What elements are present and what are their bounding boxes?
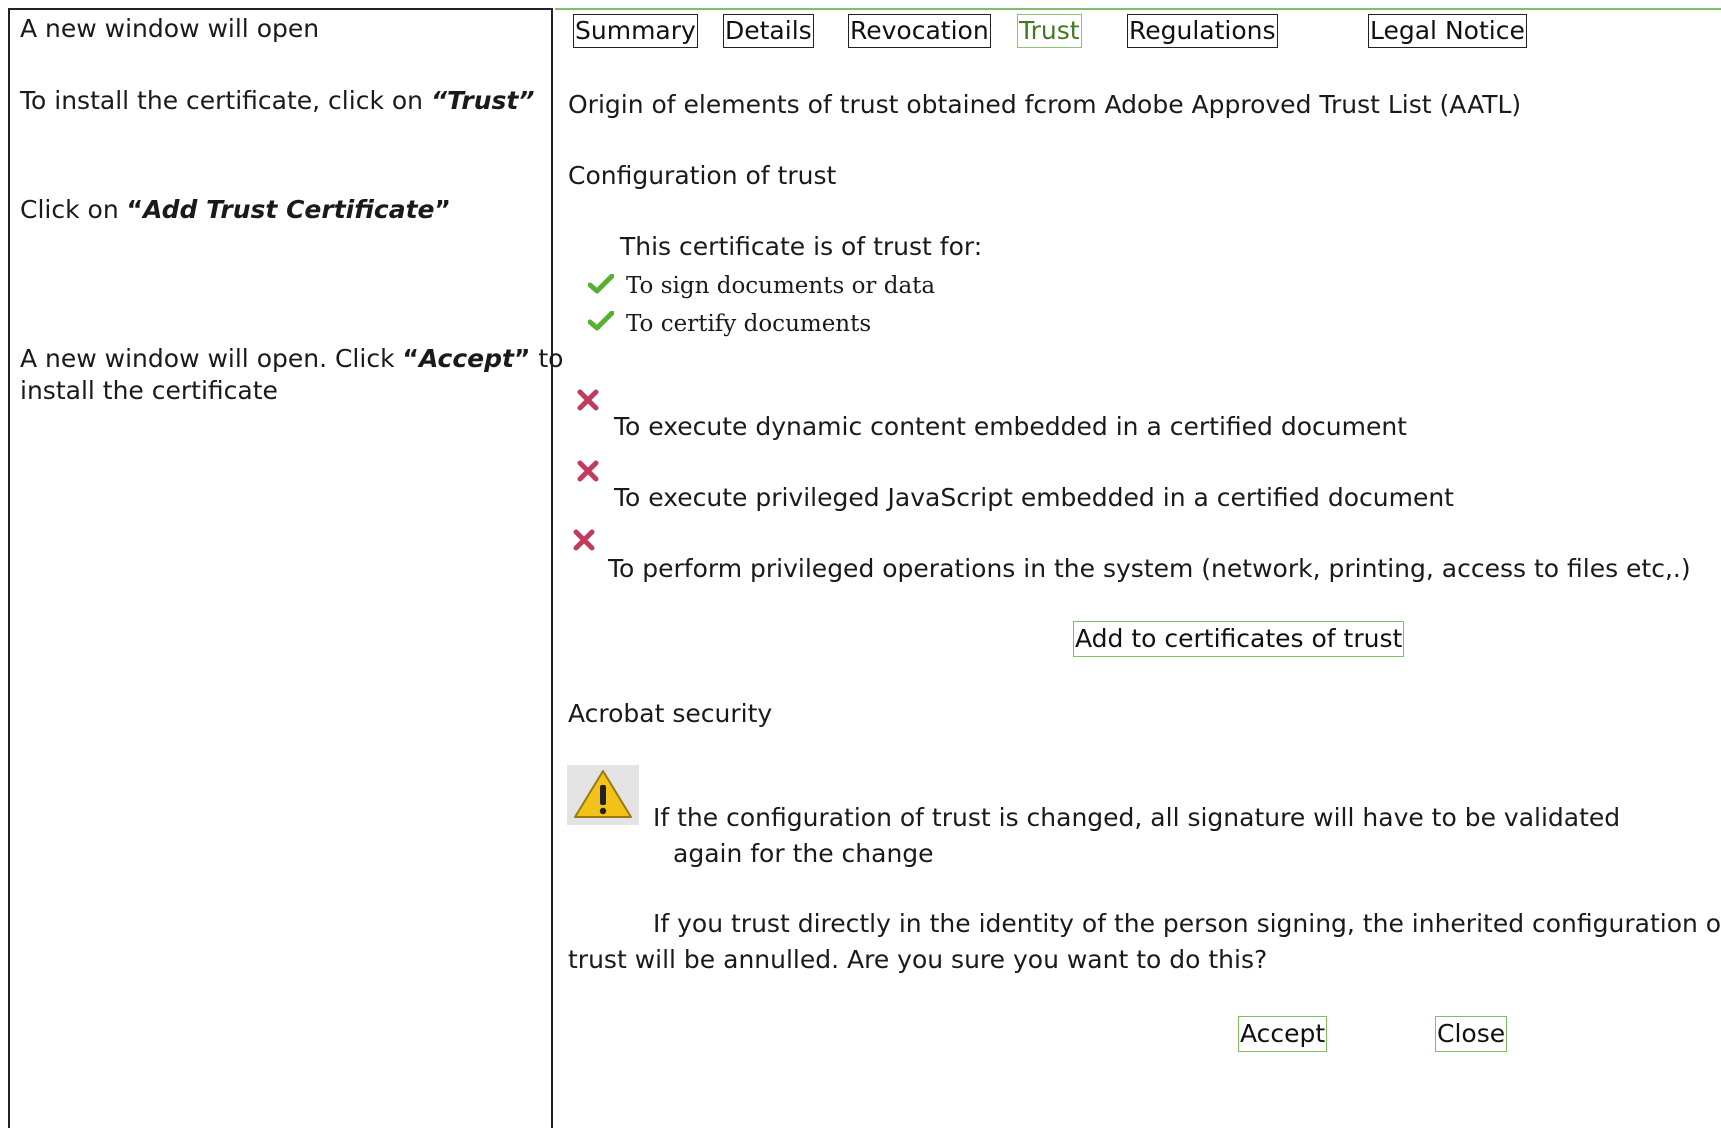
accept-button[interactable]: Accept bbox=[1238, 1016, 1328, 1052]
tab-regulations[interactable]: Regulations bbox=[1127, 14, 1278, 48]
instruction-step-2-emphasis: “Trust” bbox=[430, 86, 535, 115]
cross-icon bbox=[573, 528, 595, 557]
instruction-step-4-tail: to bbox=[530, 344, 564, 373]
tab-revocation[interactable]: Revocation bbox=[848, 14, 991, 48]
allowed-permission: To sign documents or data bbox=[626, 273, 936, 299]
denied-permission: To execute privileged JavaScript embedde… bbox=[614, 483, 1454, 512]
instruction-step-4-line-2: install the certificate bbox=[20, 376, 278, 405]
instruction-step-2-text: To install the certificate, click on bbox=[20, 86, 431, 115]
quote-close: ” bbox=[434, 195, 451, 224]
quote-open: “ bbox=[402, 344, 419, 373]
instruction-step-3-text: Click on bbox=[20, 195, 127, 224]
denied-permission: To perform privileged operations in the … bbox=[608, 554, 1691, 583]
cross-icon bbox=[577, 388, 599, 417]
cross-icon bbox=[577, 459, 599, 488]
top-divider bbox=[555, 8, 1721, 10]
tab-summary[interactable]: Summary bbox=[573, 14, 698, 48]
confirmation-text-line-2: trust will be annulled. Are you sure you… bbox=[568, 945, 1268, 974]
instructions-panel bbox=[8, 8, 553, 1128]
instruction-step-4-emphasis: Accept bbox=[418, 344, 514, 373]
allowed-permission: To certify documents bbox=[626, 311, 872, 337]
instruction-step-3: Click on “Add Trust Certificate” bbox=[20, 195, 451, 224]
close-button[interactable]: Close bbox=[1435, 1016, 1508, 1052]
denied-permission: To execute dynamic content embedded in a… bbox=[614, 412, 1407, 441]
instruction-step-3-emphasis: Add Trust Certificate bbox=[143, 195, 435, 224]
quote-close: ” bbox=[513, 344, 531, 373]
instruction-step-1: A new window will open bbox=[20, 14, 320, 43]
tab-legal-notice[interactable]: Legal Notice bbox=[1368, 14, 1527, 48]
instruction-step-2: To install the certificate, click on “Tr… bbox=[20, 86, 534, 115]
instruction-step-4: A new window will open. Click “Accept” t… bbox=[20, 344, 563, 373]
warning-icon bbox=[567, 765, 639, 831]
tab-trust[interactable]: Trust bbox=[1017, 14, 1082, 48]
warning-message-line-1: If the configuration of trust is changed… bbox=[653, 803, 1621, 832]
warning-message-line-2: again for the change bbox=[673, 839, 934, 868]
tab-details[interactable]: Details bbox=[723, 14, 814, 48]
trust-configuration-heading: Configuration of trust bbox=[568, 161, 837, 190]
acrobat-security-heading: Acrobat security bbox=[568, 699, 773, 728]
check-icon bbox=[587, 308, 615, 337]
add-to-trusted-certificates-button[interactable]: Add to certificates of trust bbox=[1073, 621, 1405, 657]
instruction-step-4-text: A new window will open. Click bbox=[20, 344, 403, 373]
quote-open: “ bbox=[126, 195, 144, 224]
trusted-for-label: This certificate is of trust for: bbox=[620, 232, 983, 261]
trust-origin-text: Origin of elements of trust obtained fcr… bbox=[568, 90, 1522, 119]
confirmation-text-line-1: If you trust directly in the identity of… bbox=[653, 909, 1721, 938]
check-icon bbox=[587, 271, 615, 300]
